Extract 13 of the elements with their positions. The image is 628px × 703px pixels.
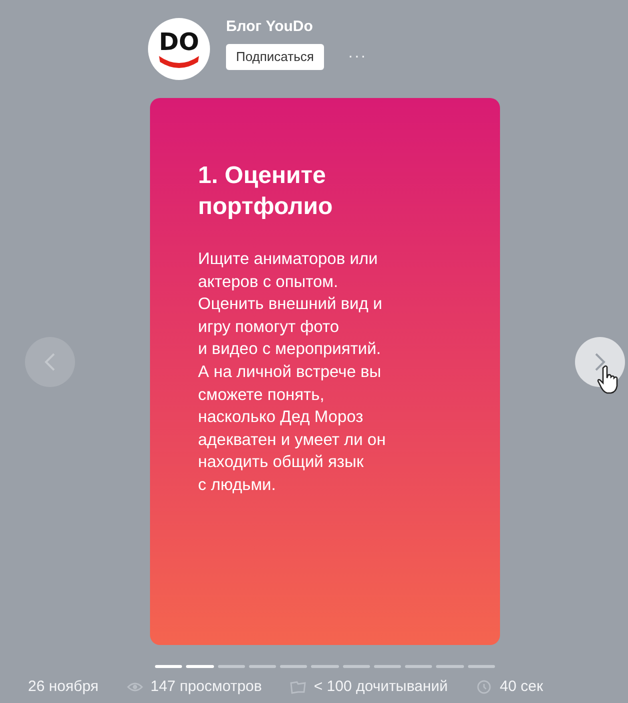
chevron-left-icon (44, 352, 56, 372)
story-text: Ищите аниматоров или актеров с опытом. Оценить внешний вид и игру помогут фото и видео с мероприятий. А на личной встрече вы сможете понять, насколько Дед Мороз адекватен и умеет ли он находить общий язык с людьми. (198, 249, 387, 496)
subscribe-button[interactable]: Подписаться (226, 44, 324, 70)
views-count: 147 просмотров (150, 677, 262, 697)
next-button[interactable] (575, 337, 625, 387)
story-title: 1. Оцените портфолио (198, 161, 334, 222)
channel-logo: DO (148, 18, 210, 80)
reading-time: 40 сек (500, 677, 544, 697)
date-label: 26 ноября (28, 677, 98, 697)
clock-icon (476, 680, 492, 694)
reads-count: < 100 дочитываний (314, 677, 448, 697)
chevron-right-icon (594, 352, 606, 372)
channel-name: Блог YouDo (226, 18, 314, 36)
